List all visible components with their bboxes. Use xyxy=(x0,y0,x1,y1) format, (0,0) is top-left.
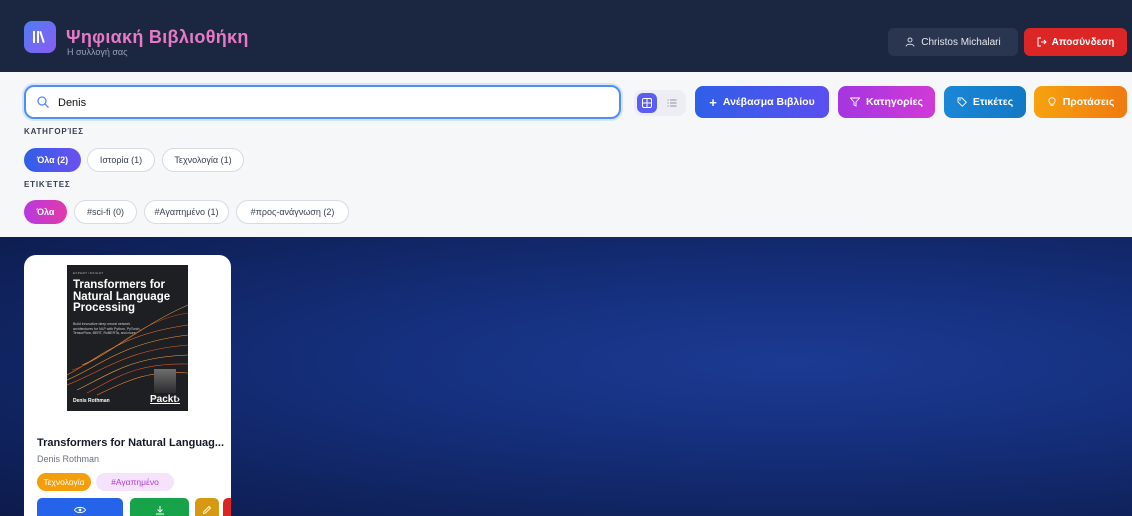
book-category-badge: Τεχνολογία xyxy=(37,473,91,491)
app-header: Ψηφιακή Βιβλιοθήκη Η συλλογή σας Christo… xyxy=(0,0,1132,72)
book-card[interactable]: EXPERT INSIGHT Transformers for Natural … xyxy=(24,255,231,516)
book-tag-badge: #Αγαπημένο xyxy=(96,473,174,491)
toolbar-panel: + Ανέβασμα Βιβλίου Κατηγορίες Ετικέτες Π… xyxy=(0,72,1132,237)
grid-icon xyxy=(642,98,652,108)
tags-label: Ετικέτες xyxy=(972,96,1014,108)
cover-series: EXPERT INSIGHT xyxy=(73,271,104,275)
categories-label: Κατηγορίες xyxy=(865,96,923,108)
book-cover: EXPERT INSIGHT Transformers for Natural … xyxy=(67,265,188,411)
book-title: Transformers for Natural Languag... xyxy=(37,437,225,449)
books-grid: EXPERT INSIGHT Transformers for Natural … xyxy=(0,237,1132,516)
download-book-button[interactable] xyxy=(130,498,189,516)
app-title: Ψηφιακή Βιβλιοθήκη xyxy=(66,27,249,47)
filter-icon xyxy=(849,97,860,107)
categories-heading: ΚΑΤΗΓΟΡΊΕΣ xyxy=(24,127,84,136)
user-name: Christos Michalari xyxy=(921,36,1001,48)
category-chip-technology[interactable]: Τεχνολογία (1) xyxy=(162,148,244,172)
list-icon xyxy=(667,99,677,107)
logout-icon xyxy=(1037,37,1047,47)
user-button[interactable]: Christos Michalari xyxy=(888,28,1018,56)
cover-author: Denis Rothman xyxy=(73,398,110,404)
publisher-logo: Packt› xyxy=(150,394,181,405)
book-author: Denis Rothman xyxy=(37,454,100,464)
search-icon xyxy=(37,96,49,108)
tag-chip-all[interactable]: Όλα xyxy=(24,200,67,224)
categories-button[interactable]: Κατηγορίες xyxy=(838,86,935,118)
grid-view-button[interactable] xyxy=(637,93,657,113)
cover-blurb: Build innovative deep neural network arc… xyxy=(73,322,141,335)
author-photo xyxy=(154,369,176,393)
lightbulb-icon xyxy=(1048,97,1056,107)
library-logo-icon xyxy=(24,21,56,53)
tags-button[interactable]: Ετικέτες xyxy=(944,86,1026,118)
logout-button[interactable]: Αποσύνδεση xyxy=(1024,28,1127,56)
upload-book-button[interactable]: + Ανέβασμα Βιβλίου xyxy=(695,86,829,118)
tags-heading: ΕΤΙΚΈΤΕΣ xyxy=(24,180,71,189)
suggestions-label: Προτάσεις xyxy=(1062,96,1115,108)
tag-icon xyxy=(957,97,967,107)
view-book-button[interactable] xyxy=(37,498,123,516)
user-icon xyxy=(905,37,915,47)
upload-book-label: Ανέβασμα Βιβλίου xyxy=(722,96,815,108)
category-chip-history[interactable]: Ιστορία (1) xyxy=(87,148,155,172)
search-input[interactable] xyxy=(58,94,598,112)
download-icon xyxy=(155,506,164,515)
suggestions-button[interactable]: Προτάσεις xyxy=(1034,86,1127,118)
tag-chip-to-read[interactable]: #προς-ανάγνωση (2) xyxy=(236,200,349,224)
eye-icon xyxy=(74,506,86,514)
search-box[interactable] xyxy=(24,85,621,119)
category-chip-all[interactable]: Όλα (2) xyxy=(24,148,81,172)
pencil-icon xyxy=(202,505,212,515)
cover-title: Transformers for Natural Language Proces… xyxy=(73,279,171,314)
delete-book-button[interactable] xyxy=(223,498,231,516)
app-subtitle: Η συλλογή σας xyxy=(67,47,128,57)
trash-icon xyxy=(230,505,231,515)
logout-label: Αποσύνδεση xyxy=(1051,36,1115,48)
edit-book-button[interactable] xyxy=(195,498,219,516)
view-toggle xyxy=(634,90,686,116)
tag-chip-sci-fi[interactable]: #sci-fi (0) xyxy=(74,200,137,224)
tag-chip-favorite[interactable]: #Αγαπημένο (1) xyxy=(144,200,229,224)
plus-icon: + xyxy=(709,94,717,110)
list-view-button[interactable] xyxy=(662,93,682,113)
